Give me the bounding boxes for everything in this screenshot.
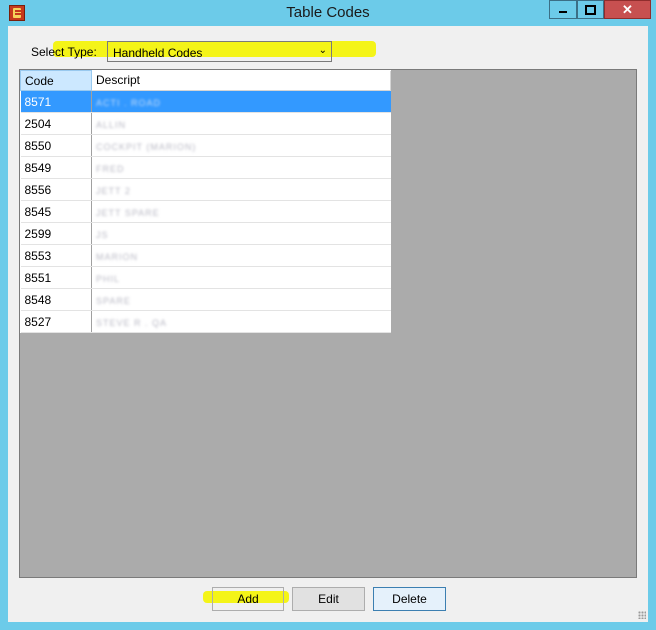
type-select[interactable]: Handheld Codes ⌄: [107, 41, 332, 62]
descript-cell[interactable]: ACTI . ROAD: [91, 90, 391, 113]
table-row[interactable]: 8551 PHIL: [20, 266, 391, 289]
descript-text-redacted: PHIL: [96, 273, 121, 284]
descript-cell[interactable]: JETT 2: [91, 178, 391, 201]
maximize-icon: [585, 4, 596, 15]
code-cell[interactable]: 8556: [20, 178, 92, 201]
table-row[interactable]: 8527 STEVE R . QA: [20, 310, 391, 333]
type-select-value: Handheld Codes: [113, 46, 203, 60]
descript-cell[interactable]: SPARE: [91, 288, 391, 311]
close-button[interactable]: ✕: [604, 0, 651, 19]
title-bar[interactable]: Table Codes ✕: [0, 0, 656, 26]
delete-button[interactable]: Delete: [373, 587, 446, 611]
code-cell[interactable]: 8545: [20, 200, 92, 223]
descript-cell[interactable]: MARION: [91, 244, 391, 267]
descript-text-redacted: COCKPIT (MARION): [96, 141, 197, 152]
code-cell[interactable]: 2599: [20, 222, 92, 245]
column-header-descript[interactable]: Descript: [91, 70, 391, 91]
maximize-button[interactable]: [577, 0, 604, 19]
descript-cell[interactable]: STEVE R . QA: [91, 310, 391, 333]
code-cell[interactable]: 2504: [20, 112, 92, 135]
descript-text-redacted: ACTI . ROAD: [96, 97, 162, 108]
client-area: Select Type: Handheld Codes ⌄ Code Descr…: [8, 26, 648, 622]
close-icon: ✕: [622, 2, 633, 17]
table-row[interactable]: 8545 JETT SPARE: [20, 200, 391, 223]
descript-text-redacted: JS: [96, 229, 109, 240]
descript-text-redacted: FRED: [96, 163, 125, 174]
grid-header-row: Code Descript: [20, 70, 391, 91]
table-codes-window: Table Codes ✕ Select Type: Handheld Code…: [0, 0, 656, 630]
descript-text-redacted: STEVE R . QA: [96, 317, 168, 328]
resize-grip[interactable]: [638, 611, 646, 619]
edit-button[interactable]: Edit: [292, 587, 365, 611]
descript-text-redacted: ALLIN: [96, 119, 127, 130]
descript-text-redacted: JETT SPARE: [96, 207, 160, 218]
chevron-down-icon[interactable]: ⌄: [319, 45, 327, 56]
code-cell[interactable]: 8551: [20, 266, 92, 289]
descript-cell[interactable]: JETT SPARE: [91, 200, 391, 223]
code-cell[interactable]: 8527: [20, 310, 92, 333]
descript-cell[interactable]: ALLIN: [91, 112, 391, 135]
code-cell[interactable]: 8553: [20, 244, 92, 267]
table-row[interactable]: 8550 COCKPIT (MARION): [20, 134, 391, 157]
grid-body: 8571 ACTI . ROAD 2504 ALLIN 8550 COCKPIT (MAR…: [20, 90, 391, 333]
column-header-code[interactable]: Code: [20, 70, 92, 91]
descript-cell[interactable]: JS: [91, 222, 391, 245]
add-button[interactable]: Add: [212, 587, 284, 611]
descript-text-redacted: MARION: [96, 251, 138, 262]
codes-grid-area[interactable]: Code Descript 8571 ACTI . ROAD 2504 ALLIN 85…: [19, 69, 637, 578]
select-type-label: Select Type:: [31, 45, 97, 59]
codes-grid[interactable]: Code Descript 8571 ACTI . ROAD 2504 ALLIN 85…: [20, 70, 391, 333]
table-row[interactable]: 8571 ACTI . ROAD: [20, 90, 391, 113]
descript-text-redacted: JETT 2: [96, 185, 131, 196]
table-row[interactable]: 8548 SPARE: [20, 288, 391, 311]
code-cell[interactable]: 8550: [20, 134, 92, 157]
minimize-icon: [559, 10, 567, 13]
descript-text-redacted: SPARE: [96, 295, 131, 306]
code-cell[interactable]: 8549: [20, 156, 92, 179]
code-cell[interactable]: 8548: [20, 288, 92, 311]
table-row[interactable]: 8553 MARION: [20, 244, 391, 267]
code-cell[interactable]: 8571: [20, 90, 92, 113]
table-row[interactable]: 8549 FRED: [20, 156, 391, 179]
descript-cell[interactable]: FRED: [91, 156, 391, 179]
descript-cell[interactable]: PHIL: [91, 266, 391, 289]
table-row[interactable]: 2599 JS: [20, 222, 391, 245]
minimize-button[interactable]: [549, 0, 577, 19]
descript-cell[interactable]: COCKPIT (MARION): [91, 134, 391, 157]
table-row[interactable]: 8556 JETT 2: [20, 178, 391, 201]
table-row[interactable]: 2504 ALLIN: [20, 112, 391, 135]
